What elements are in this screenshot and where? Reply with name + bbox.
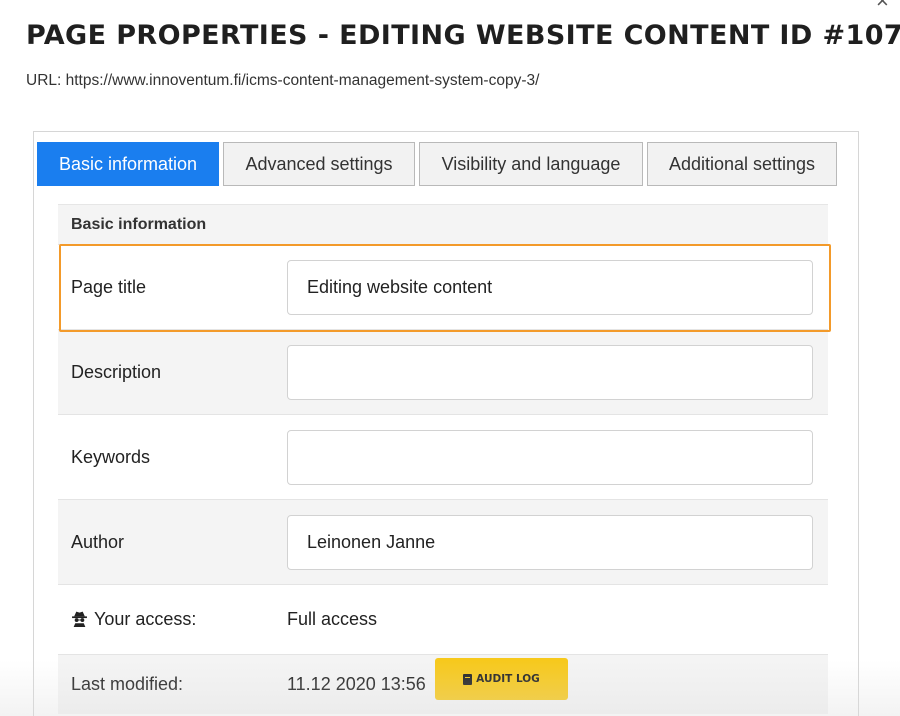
book-icon	[463, 673, 473, 685]
audit-log-button[interactable]: AUDIT LOG	[435, 658, 568, 700]
access-value: Full access	[287, 609, 378, 629]
properties-panel: Basic information Advanced settings Visi…	[33, 131, 859, 716]
tab-bar: Basic information Advanced settings Visi…	[37, 142, 841, 188]
page-title-row: Page title	[58, 244, 828, 329]
description-row: Description	[58, 329, 828, 414]
page-title-label: Page title	[71, 276, 147, 297]
keywords-label: Keywords	[71, 446, 151, 467]
spy-icon	[72, 611, 87, 627]
description-input[interactable]	[287, 345, 813, 400]
last-modified-value: 11.12 2020 13:56	[287, 674, 426, 694]
tab-basic-information[interactable]: Basic information	[37, 142, 219, 186]
author-label: Author	[71, 531, 125, 552]
tab-visibility-and-language[interactable]: Visibility and language	[419, 142, 643, 186]
access-label-wrap: Your access:	[71, 609, 196, 630]
audit-log-label: AUDIT LOG	[476, 673, 540, 685]
section-heading: Basic information	[58, 204, 828, 244]
basic-information-form: Basic information Page title Description…	[58, 204, 828, 714]
page-url: URL: https://www.innoventum.fi/icms-cont…	[26, 72, 540, 89]
page-title-input[interactable]	[287, 260, 813, 315]
access-row: Your access: Full access	[58, 584, 828, 654]
keywords-input[interactable]	[287, 430, 813, 485]
keywords-row: Keywords	[58, 414, 828, 499]
last-modified-row: Last modified: 11.12 2020 13:56 AUDIT LO…	[58, 654, 828, 714]
description-label: Description	[71, 361, 162, 382]
author-row: Author	[58, 499, 828, 584]
last-modified-label: Last modified:	[71, 674, 184, 694]
tab-advanced-settings[interactable]: Advanced settings	[223, 142, 415, 186]
access-label: Your access:	[94, 609, 197, 629]
close-icon[interactable]: ×	[876, 0, 889, 12]
tab-additional-settings[interactable]: Additional settings	[647, 142, 837, 186]
dialog-title: PAGE PROPERTIES - EDITING WEBSITE CONTEN…	[26, 20, 900, 51]
author-input[interactable]	[287, 515, 813, 570]
